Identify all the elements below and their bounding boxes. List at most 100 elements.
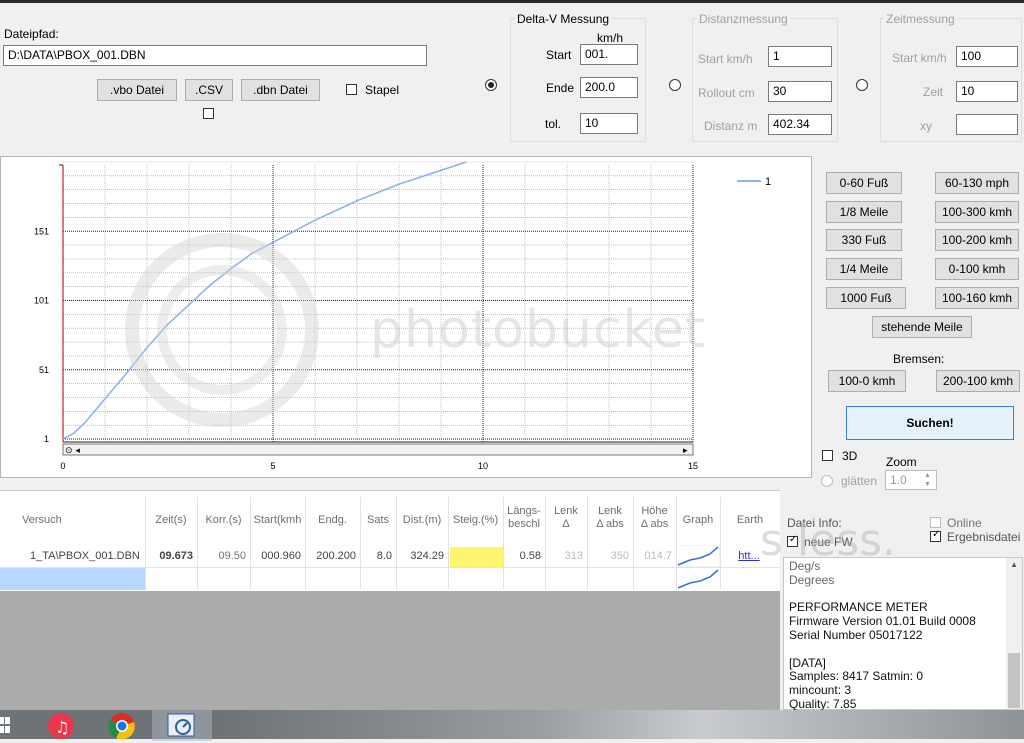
zeit-radio[interactable] [856,79,868,91]
bremsen-100-0-button[interactable]: 100-0 kmh [828,370,906,392]
graph-thumbnail-2[interactable] [676,568,720,590]
new-row-selected[interactable] [0,568,145,590]
column-header[interactable]: Start(kmh [252,514,303,527]
table-cell[interactable]: 350 [589,550,629,562]
distanz-input[interactable]: 402.34 [768,114,832,135]
x-tick-label: 5 [270,461,275,471]
preset-button[interactable]: 1/4 Meile [826,258,902,280]
preset-button[interactable]: 0-100 kmh [935,258,1019,280]
deltav-radio[interactable] [485,79,497,91]
column-header[interactable]: Lenk Δ [547,505,585,531]
glaetten-label: glätten [841,474,878,488]
column-divider [396,497,397,590]
stapel-checkbox[interactable] [346,84,357,95]
table-cell[interactable]: 09.673 [147,550,193,562]
watermark-logo-icon [125,233,319,427]
scroll-right-icon: ▸ [683,446,688,456]
graph-thumbnail[interactable] [675,544,721,568]
windows-icon[interactable] [0,716,10,734]
preset-button[interactable]: 330 Fuß [826,229,902,251]
deltav-tol-input[interactable]: 10 [580,113,638,134]
column-header[interactable]: Versuch [22,514,163,527]
column-header[interactable]: Steig.(%) [450,514,501,527]
distanz-radio[interactable] [669,79,681,91]
zoom-spin-icon[interactable]: ▲ ▼ [924,471,931,489]
column-header[interactable]: Korr.(s) [199,514,248,527]
column-divider [145,497,146,590]
online-checkbox[interactable] [930,517,941,528]
table-cell[interactable]: 1_TA\PBOX_001.DBN [30,550,145,562]
zeit-start-label: Start km/h [892,51,947,65]
column-header[interactable]: Endg. [307,514,358,527]
column-header[interactable]: Graph [678,514,718,527]
distanz-start-input[interactable]: 1 [768,46,832,67]
itunes-icon[interactable]: ♫ [47,712,75,740]
column-header[interactable]: Höhe Δ abs [635,505,674,531]
zeit-start-input[interactable]: 100 [956,46,1018,67]
column-divider [720,497,721,590]
suchen-button[interactable]: Suchen! [846,406,1014,440]
app-icon[interactable] [152,710,212,741]
stehende-meile-button[interactable]: stehende Meile [872,316,972,338]
watermark-text: photobucket [370,300,707,360]
preset-button[interactable]: 100-300 kmh [935,201,1019,223]
preset-button[interactable]: 100-160 kmh [935,287,1019,309]
chart-scrollbar [62,443,694,456]
distanz-rollout-label: Rollout cm [698,86,755,100]
y-tick-label: 1 [44,434,49,444]
table-cell[interactable]: 014.7 [635,550,672,562]
preset-button[interactable]: 0-60 Fuß [826,172,902,194]
info-textbox[interactable]: Deg/s Degrees PERFORMANCE METER Firmware Ve… [783,557,1023,711]
zeit-label: Zeit [923,85,944,99]
distanz-rollout-input[interactable]: 30 [768,81,832,102]
ergebnis-checkbox[interactable]: ✓ [930,529,941,542]
column-header[interactable]: Zeit(s) [147,514,195,527]
column-header[interactable]: Lenk Δ abs [589,505,631,531]
table-cell[interactable]: 09.50 [199,550,246,562]
distanz-start-label: Start km/h [698,52,753,66]
preset-button[interactable]: 1/8 Meile [826,201,902,223]
preset-button[interactable]: 1000 Fuß [826,287,906,309]
deltav-start-input[interactable]: 001. [580,44,638,65]
table-cell[interactable]: 0.58 [505,550,541,562]
deltav-end-input[interactable]: 200.0 [580,77,638,98]
3d-checkbox[interactable] [822,450,833,461]
zeit-xy-input[interactable] [956,114,1018,135]
column-divider [305,497,306,590]
glaetten-radio[interactable] [821,475,833,487]
vbo-file-button[interactable]: .vbo Datei [97,79,177,101]
info-line [789,643,1009,657]
column-header[interactable]: Längs- beschl [505,505,543,531]
csv-checkbox[interactable] [203,108,214,119]
ergebnis-label: Ergebnisdatei [947,530,1021,544]
csv-button[interactable]: .CSV [185,79,233,101]
chrome-icon[interactable] [108,712,136,740]
preset-button[interactable]: 100-200 kmh [935,229,1019,251]
column-header[interactable]: Dist.(m) [398,514,446,527]
table-cell[interactable]: 8.0 [362,550,392,562]
scroll-left-icon: ⊙ ◂ [65,446,80,456]
info-line: Firmware Version 01.01 Build 0008 [789,614,976,629]
scroll-up-icon[interactable]: ▲ [1010,560,1018,569]
bremsen-200-100-button[interactable]: 200-100 kmh [936,370,1020,392]
distanz-title: Distanzmessung [697,12,790,26]
table-cell[interactable]: 313 [547,550,583,562]
taskbar: ♫ [0,710,1024,741]
column-header[interactable]: Sats [362,514,394,527]
table-cell[interactable]: 000.960 [252,550,301,562]
info-scroll-thumb[interactable] [1008,653,1020,708]
table-cell[interactable]: 324.29 [398,550,444,562]
info-line: Serial Number 05017122 [789,627,923,642]
zeit-input[interactable]: 10 [956,81,1018,102]
column-divider [545,497,546,590]
deltav-unit: km/h [597,31,624,45]
legend-label: 1 [765,176,771,188]
dbn-file-button[interactable]: .dbn Datei [241,79,320,101]
preset-button[interactable]: 60-130 mph [935,172,1019,194]
taskbar-background [220,710,1024,739]
stapel-label: Stapel [365,83,400,97]
path-input[interactable]: D:\DATA\PBOX_001.DBN [3,45,427,66]
zoom-label: Zoom [886,455,917,469]
table-cell[interactable]: 200.200 [307,550,356,562]
column-divider [197,497,198,590]
